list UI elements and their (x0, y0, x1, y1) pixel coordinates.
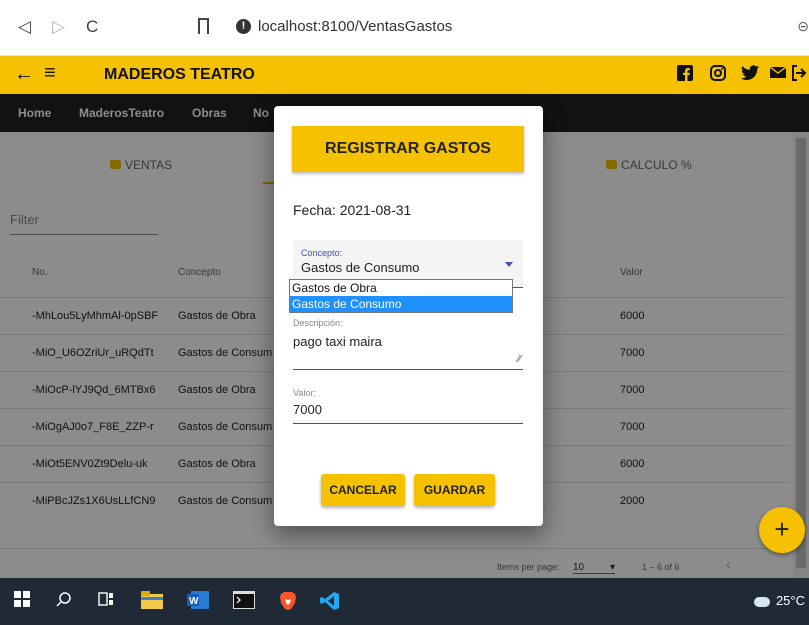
file-explorer-icon[interactable] (140, 591, 164, 611)
back-arrow-icon[interactable]: ← (14, 63, 34, 86)
modal-title: REGISTRAR GASTOS (292, 126, 524, 172)
address-bar[interactable]: localhost:8100/VentasGastos (258, 18, 452, 35)
windows-start-icon[interactable] (12, 591, 32, 611)
forward-icon[interactable]: ▷ (52, 16, 65, 38)
option-gastos-de-obra[interactable]: Gastos de Obra (290, 280, 512, 296)
concepto-label: Concepto: (301, 248, 343, 258)
word-icon[interactable]: W (186, 591, 210, 611)
task-view-icon[interactable] (96, 591, 116, 611)
dropdown-arrow-icon[interactable] (505, 262, 513, 267)
valor-value: 7000 (293, 402, 322, 417)
option-gastos-de-consumo[interactable]: Gastos de Consumo (290, 296, 512, 312)
app-title: MADEROS TEATRO (104, 66, 255, 83)
descripcion-textarea[interactable]: Descripción: pago taxi maira ⁄⁄ (293, 318, 523, 370)
valor-input[interactable]: Valor: 7000 (293, 388, 523, 424)
windows-taskbar: W 25°C (0, 578, 809, 625)
terminal-icon[interactable] (232, 591, 256, 611)
instagram-icon[interactable] (709, 65, 727, 83)
date-text: Fecha: 2021-08-31 (293, 202, 412, 218)
register-expense-modal: REGISTRAR GASTOS Fecha: 2021-08-31 Conce… (274, 106, 543, 526)
reload-icon[interactable]: C (86, 16, 98, 38)
facebook-icon[interactable] (676, 65, 694, 83)
search-icon[interactable] (54, 591, 74, 611)
concepto-value: Gastos de Consumo (301, 260, 420, 275)
bookmark-icon[interactable] (198, 18, 209, 34)
back-icon[interactable]: ◁ (18, 16, 31, 38)
weather-cloud-icon (753, 596, 770, 607)
logout-icon[interactable] (790, 65, 808, 83)
mail-icon[interactable] (769, 65, 787, 83)
valor-label: Valor: (293, 388, 316, 398)
descripcion-value: pago taxi maira (293, 334, 382, 349)
app-toolbar: ← ≡ MADEROS TEATRO (0, 56, 809, 94)
vscode-icon[interactable] (318, 591, 342, 611)
concepto-dropdown: Gastos de Obra Gastos de Consumo (289, 279, 513, 313)
add-button[interactable]: + (759, 507, 805, 553)
menu-icon[interactable]: ≡ (44, 62, 56, 85)
temperature-text: 25°C (775, 593, 805, 608)
resize-handle-icon[interactable]: ⁄⁄ (518, 354, 521, 365)
brave-browser-icon[interactable] (276, 591, 300, 611)
svg-text:W: W (189, 596, 199, 607)
site-info-icon[interactable]: ! (236, 19, 251, 34)
weather-widget[interactable]: 25°C (753, 593, 805, 608)
cancel-button[interactable]: CANCELAR (321, 474, 405, 506)
profile-icon[interactable]: ⊝ (797, 18, 809, 35)
descripcion-label: Descripción: (293, 318, 343, 328)
save-button[interactable]: GUARDAR (414, 474, 495, 506)
twitter-icon[interactable] (741, 65, 759, 83)
browser-bar: ◁ ▷ C ! localhost:8100/VentasGastos ⊝ (0, 0, 809, 56)
